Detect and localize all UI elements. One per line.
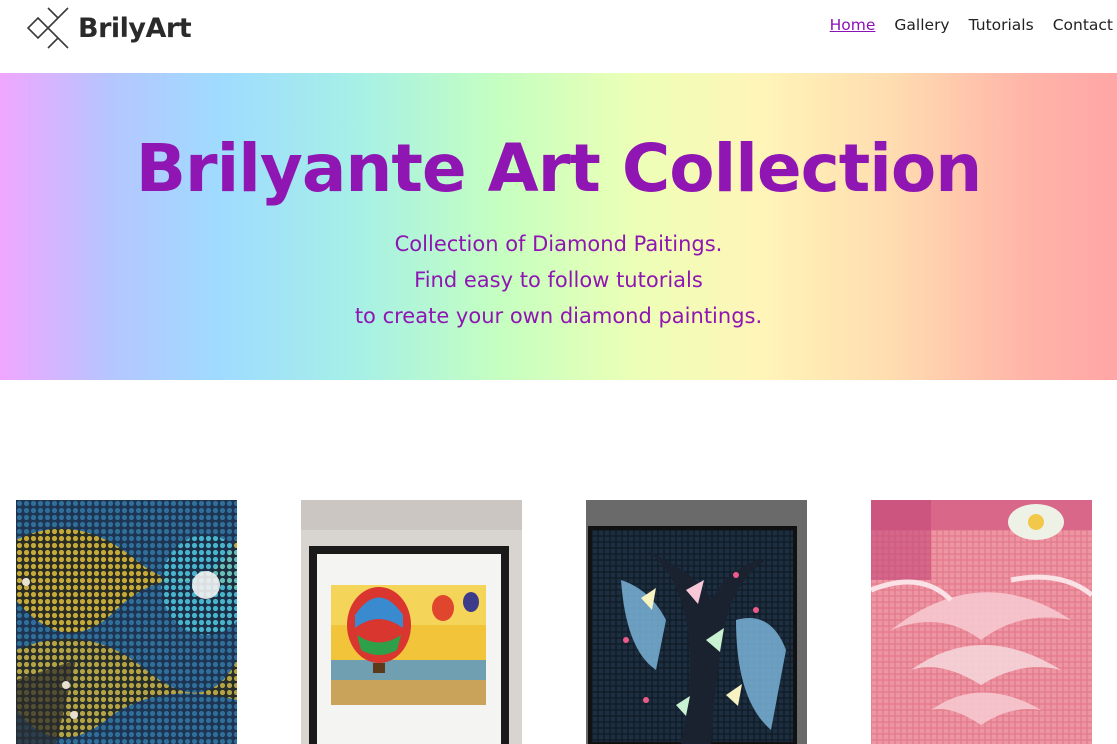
gallery-item[interactable] [301,500,522,744]
hero-title: Brilyante Art Collection [135,130,983,207]
pink-peony-diamond-painting-image [871,500,1092,744]
hero-subtitle-line: Find easy to follow tutorials [414,268,703,292]
gallery-item[interactable] [16,500,237,744]
gallery-item[interactable] [586,500,807,744]
framed-hot-air-balloons-image [301,500,522,744]
nav-gallery-link[interactable]: Gallery [894,13,949,37]
gallery-grid [0,500,1117,744]
hero-subtitle-line: Collection of Diamond Paitings. [394,232,723,256]
hero-subtitle-line: to create your own diamond paintings. [354,304,763,328]
hero-banner: Brilyante Art Collection Collection of D… [0,73,1117,380]
nav-tutorials-link[interactable]: Tutorials [969,13,1034,37]
butterfly-tree-diamond-painting-image [586,500,807,744]
blue-yellow-diamond-mosaic-image [16,500,237,744]
site-header: BrilyArt Home Gallery Tutorials Contact [0,0,1117,73]
diamond-cross-logo-icon [26,7,69,49]
gallery-item[interactable] [871,500,1092,744]
hero-subtitle: Collection of Diamond Paitings. Find eas… [0,226,1117,334]
logo-link[interactable]: BrilyArt [24,4,192,52]
logo-text: BrilyArt [78,12,192,44]
main-nav: Home Gallery Tutorials Contact [830,13,1113,37]
nav-home-link[interactable]: Home [830,13,876,37]
nav-contact-link[interactable]: Contact [1053,13,1113,37]
